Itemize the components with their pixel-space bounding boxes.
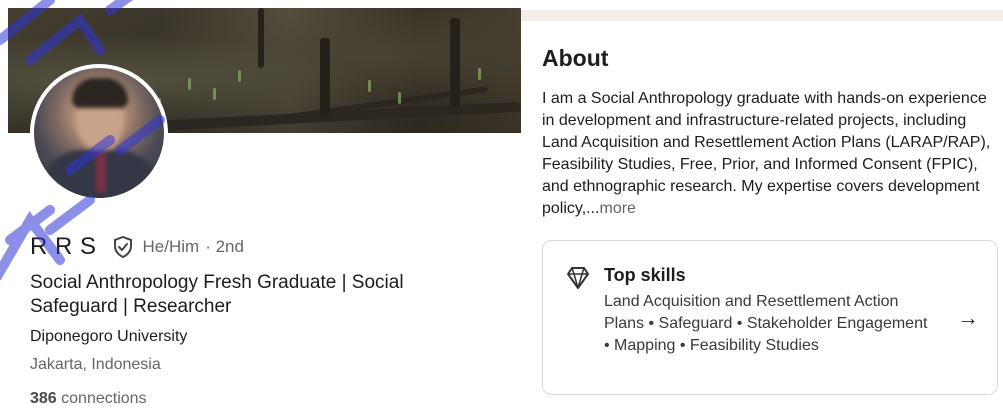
avatar[interactable] (30, 64, 168, 202)
top-skills-card[interactable]: Top skills Land Acquisition and Resettle… (542, 240, 998, 395)
about-title: About (542, 45, 609, 71)
connections-link[interactable]: 386 connections (30, 390, 147, 408)
about-section: About I am a Social Anthropology graduat… (521, 0, 1003, 412)
about-body: I am a Social Anthropology graduate with… (542, 90, 991, 217)
see-more-link[interactable]: more (600, 200, 636, 217)
name-row: R R S He/Him · 2nd (30, 232, 244, 262)
profile-card: R R S He/Him · 2nd Social Anthropology F… (0, 0, 521, 412)
top-skills-list: Land Acquisition and Resettlement Action… (604, 293, 928, 354)
connections-count: 386 (30, 390, 57, 407)
diamond-icon (567, 267, 589, 289)
location: Jakarta, Indonesia (30, 356, 161, 373)
arrow-right-icon[interactable]: → (957, 305, 979, 331)
profile-name: R R S (30, 233, 97, 260)
verified-shield-icon[interactable] (111, 235, 135, 259)
headline: Social Anthropology Fresh Graduate | Soc… (30, 272, 404, 317)
about-text: I am a Social Anthropology graduate with… (542, 88, 997, 220)
school[interactable]: Diponegoro University (30, 328, 187, 346)
pronouns: He/Him (142, 237, 200, 256)
connections-label: connections (61, 390, 147, 407)
connection-degree: · 2nd (205, 237, 244, 256)
top-skills-title: Top skills (604, 265, 686, 285)
section-divider (521, 10, 1003, 21)
